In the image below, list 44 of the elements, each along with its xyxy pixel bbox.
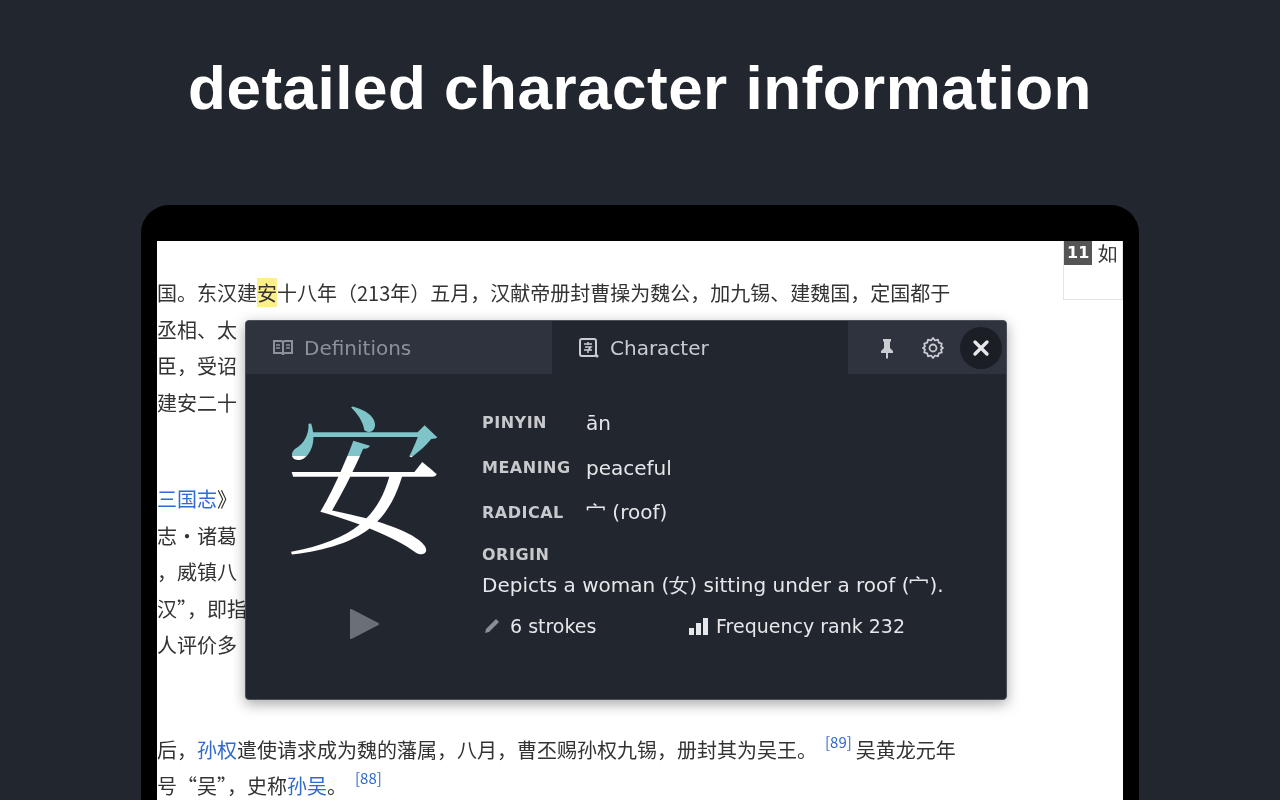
article-text: 志·诸葛 xyxy=(157,520,237,550)
article-text: ，威镇八 xyxy=(157,557,237,586)
sidebar-text: 如 xyxy=(1098,241,1119,267)
article-text: 人评价多 xyxy=(157,630,237,659)
article-text: 国。东汉建 xyxy=(157,278,257,307)
stroke-count: 6 strokes xyxy=(510,615,597,637)
article-text: 汉”，即指 xyxy=(157,593,247,623)
play-icon[interactable] xyxy=(348,608,380,640)
footnote-link[interactable]: [89] xyxy=(825,730,852,752)
field-value: peaceful xyxy=(586,455,672,480)
book-icon xyxy=(272,337,294,358)
close-icon xyxy=(972,338,990,357)
pencil-icon xyxy=(482,616,502,636)
article-text: 十八年（213年）五月，汉献帝册封曹操为魏公，加九锡、建魏国，定国都于 xyxy=(277,278,951,307)
article-link[interactable]: 三国志 xyxy=(157,484,217,513)
headline: detailed character information xyxy=(187,52,1093,124)
article-text: 。 xyxy=(327,771,347,800)
footnote-link[interactable]: [88] xyxy=(355,767,382,788)
article-text: 号“吴”，史称 xyxy=(157,771,287,800)
article-text: 后， xyxy=(157,734,197,764)
frequency-rank: Frequency rank 232 xyxy=(716,615,905,637)
article-text: 丞相、太 xyxy=(157,314,237,344)
field-value: ān xyxy=(586,410,611,435)
field-label: PINYIN xyxy=(482,413,548,432)
field-label: MEANING xyxy=(482,458,572,477)
article-text: 》 xyxy=(217,484,237,513)
article-link[interactable]: 孙吴 xyxy=(287,771,327,800)
article-text: 建安二十 xyxy=(157,387,237,417)
article-text: 遣使请求成为魏的藩属，八月，曹丕赐孙权九锡，册封其为吴王。 xyxy=(237,734,817,764)
field-label: ORIGIN xyxy=(482,545,551,564)
field-label: RADICAL xyxy=(482,503,565,522)
bar-chart-icon xyxy=(688,617,708,635)
close-button[interactable] xyxy=(960,326,1002,369)
highlighted-character: 安 xyxy=(257,278,277,307)
field-value: 宀 (roof) xyxy=(586,499,668,526)
pin-icon xyxy=(879,336,895,359)
article-link[interactable]: 孙权 xyxy=(197,734,237,764)
character-card-icon xyxy=(578,336,600,359)
settings-icon xyxy=(921,335,945,360)
origin-text: Depicts a woman (女) sitting under a roof (宀). xyxy=(482,572,944,599)
count-badge: 11 xyxy=(1064,241,1093,265)
article-text: 臣，受诏 xyxy=(157,351,237,380)
article-text: 吴黄龙元年 xyxy=(855,734,956,764)
tab[interactable]: Definitions xyxy=(246,321,552,374)
